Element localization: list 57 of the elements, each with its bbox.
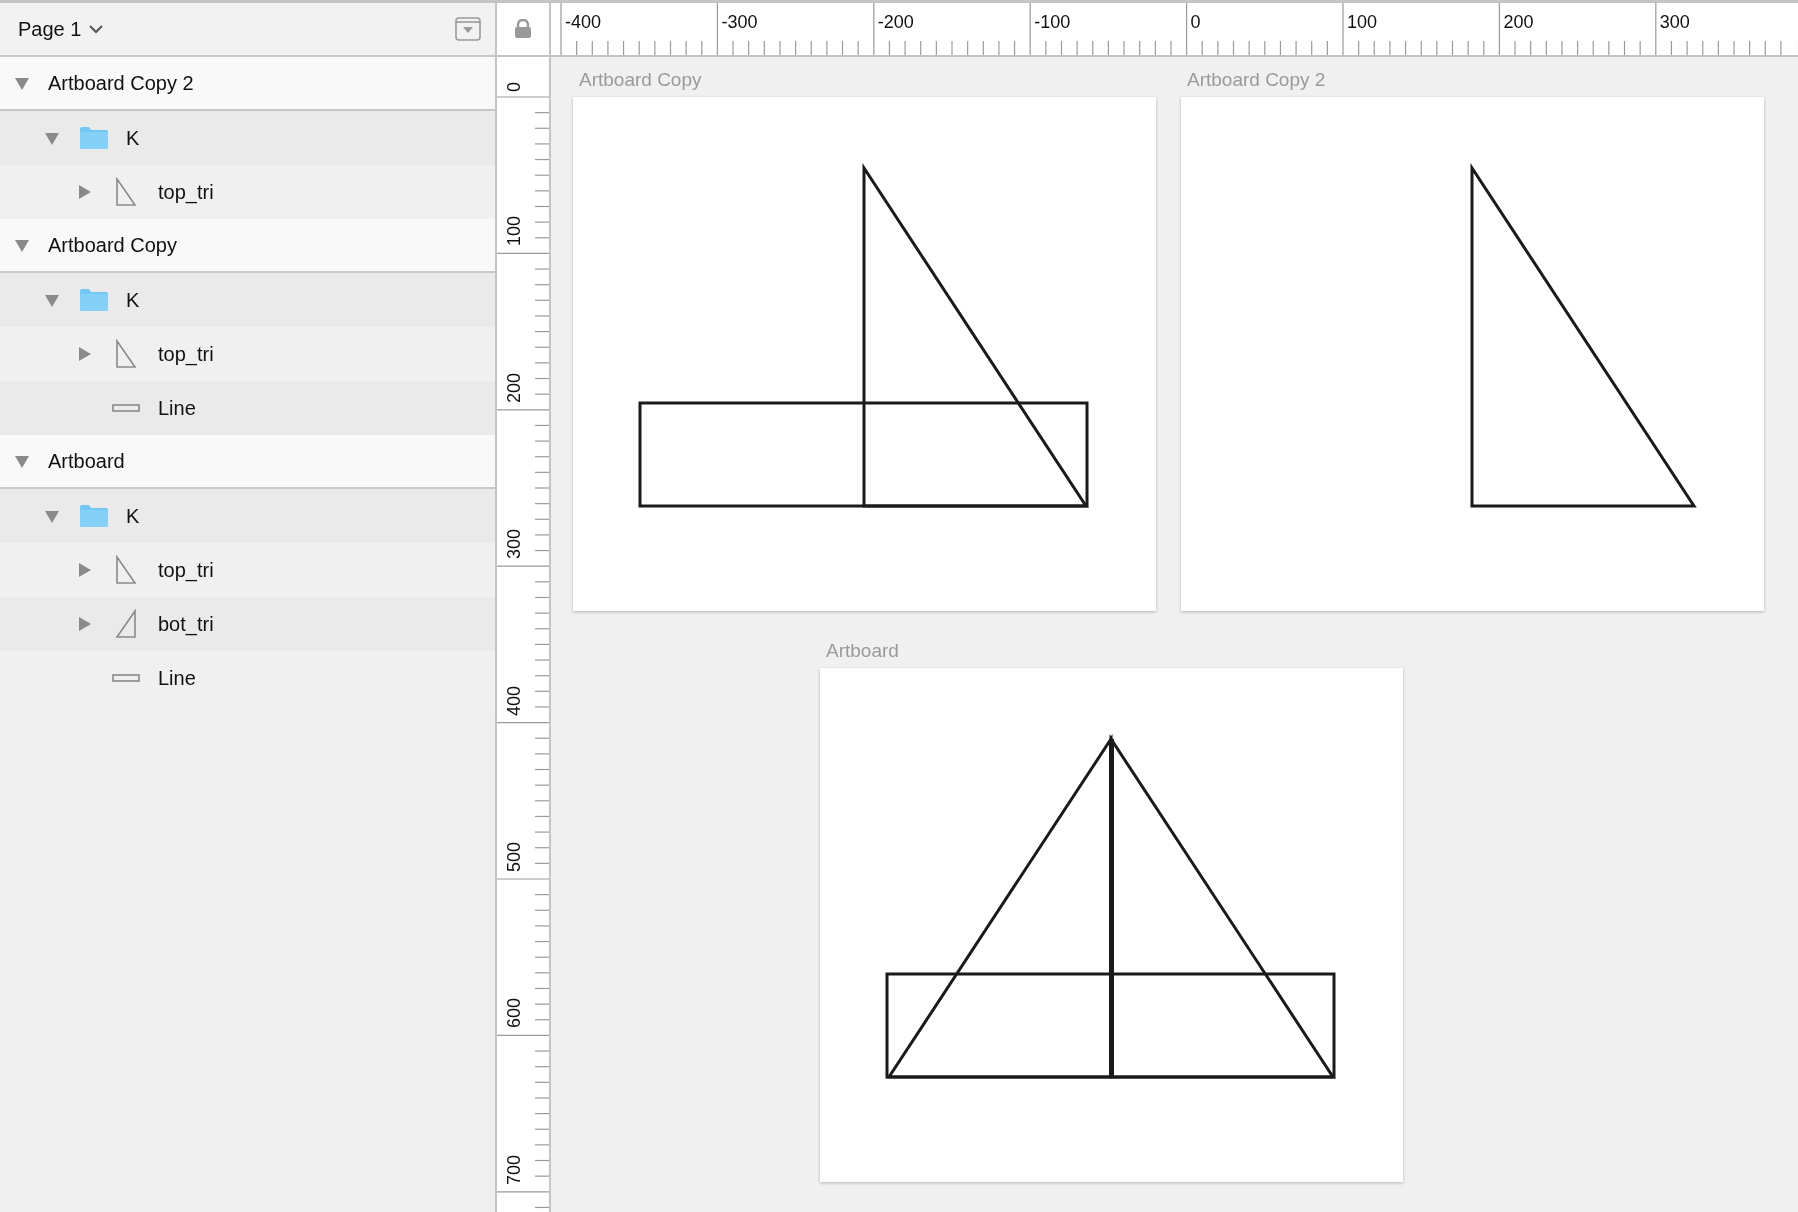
- collapsed-caret-icon[interactable]: [76, 562, 92, 578]
- ruler-label: 300: [1659, 11, 1690, 34]
- layer-row[interactable]: K: [0, 489, 495, 543]
- ruler-label: -100: [1034, 11, 1071, 34]
- chevron-down-icon: [89, 24, 104, 34]
- layer-name: Line: [158, 396, 196, 421]
- ruler-label: 500: [503, 842, 525, 873]
- layer-name: Artboard Copy: [48, 233, 177, 258]
- ruler-label: -300: [721, 11, 758, 34]
- expanded-caret-icon[interactable]: [44, 508, 60, 524]
- layer-name: K: [126, 288, 140, 313]
- collapsed-caret-icon[interactable]: [76, 346, 92, 362]
- layer-row[interactable]: K: [0, 111, 495, 165]
- collapsed-caret-icon[interactable]: [76, 616, 92, 632]
- expanded-caret-icon[interactable]: [44, 292, 60, 308]
- ruler-label: 600: [503, 998, 525, 1029]
- expanded-caret-icon[interactable]: [44, 130, 60, 146]
- triangle-icon: [115, 555, 137, 585]
- expanded-caret-icon[interactable]: [14, 75, 30, 91]
- folder-icon: [79, 504, 109, 528]
- layer-name: top_tri: [158, 180, 214, 206]
- folder-icon: [79, 288, 109, 312]
- layer-name: Artboard: [48, 449, 125, 474]
- layer-name: top_tri: [158, 558, 214, 584]
- collapse-panel-icon[interactable]: [455, 17, 481, 41]
- expanded-caret-icon[interactable]: [14, 237, 30, 253]
- layer-name: K: [126, 126, 140, 151]
- ruler-label: -400: [565, 11, 602, 34]
- ruler-label: 200: [1503, 11, 1534, 34]
- artboard-layer-row[interactable]: Artboard Copy: [0, 219, 495, 273]
- ruler-label: 400: [503, 685, 525, 716]
- triangle-icon: [115, 609, 137, 639]
- triangle-icon: [115, 339, 137, 369]
- folder-icon: [79, 126, 109, 150]
- ruler-label: 100: [1347, 11, 1378, 34]
- layer-row[interactable]: Line: [0, 381, 495, 435]
- ruler-label: -200: [877, 11, 914, 34]
- ruler-label: 200: [503, 372, 525, 403]
- layer-name: top_tri: [158, 342, 214, 368]
- page-selector[interactable]: Page 1: [18, 14, 104, 44]
- ruler-label: 0: [503, 82, 525, 92]
- collapsed-caret-icon[interactable]: [76, 184, 92, 200]
- triangle-icon: [115, 177, 137, 207]
- layer-name: Artboard Copy 2: [48, 71, 194, 96]
- ruler-label: 0: [1190, 11, 1201, 34]
- layer-name: K: [126, 504, 140, 529]
- layer-name: bot_tri: [158, 612, 214, 638]
- lock-icon[interactable]: [514, 19, 532, 39]
- layer-name: Line: [158, 666, 196, 691]
- expanded-caret-icon[interactable]: [14, 453, 30, 469]
- ruler-label: 100: [503, 216, 525, 247]
- ruler-label: 700: [503, 1154, 525, 1185]
- artboard-layer-row[interactable]: Artboard: [0, 435, 495, 489]
- layer-row[interactable]: bot_tri: [0, 597, 495, 651]
- layer-row[interactable]: K: [0, 273, 495, 327]
- ruler-label: 300: [503, 529, 525, 560]
- artboard-layer-row[interactable]: Artboard Copy 2: [0, 57, 495, 111]
